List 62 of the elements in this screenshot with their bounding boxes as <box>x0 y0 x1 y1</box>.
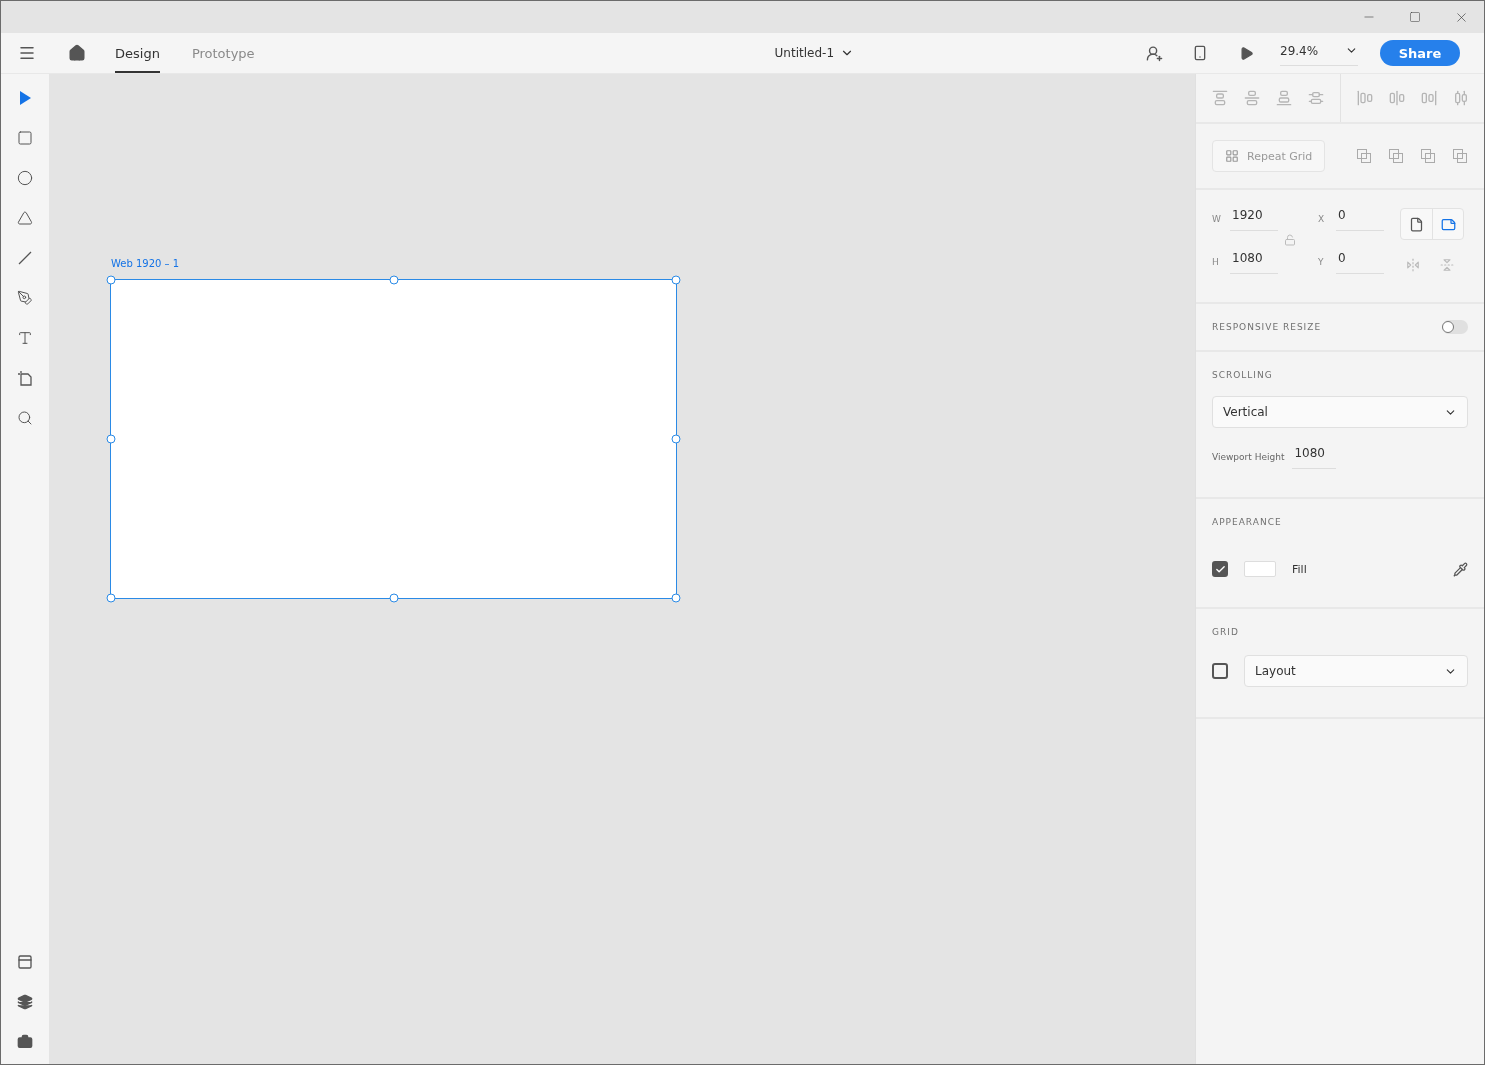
text-tool-icon <box>17 330 33 346</box>
portrait-page-icon <box>1409 216 1424 232</box>
fill-label: Fill <box>1292 562 1307 576</box>
align-icon[interactable] <box>1308 90 1324 106</box>
align-icon[interactable] <box>1389 90 1405 106</box>
field-label: X <box>1318 213 1326 224</box>
size-field[interactable]: 1920 <box>1230 206 1278 231</box>
triangle-icon <box>17 210 33 226</box>
align-icon[interactable] <box>1453 90 1469 106</box>
subtract-icon[interactable] <box>1388 148 1404 164</box>
menu-icon <box>18 44 36 62</box>
line-icon <box>17 250 33 266</box>
scrolling-dropdown[interactable]: Vertical <box>1212 396 1468 428</box>
zoom-dropdown[interactable]: 29.4% <box>1280 40 1358 66</box>
position-field[interactable]: 0 <box>1336 206 1384 231</box>
resize-handle[interactable] <box>389 275 398 285</box>
maximize-icon <box>1409 11 1421 23</box>
align-icon[interactable] <box>1357 90 1373 106</box>
ellipse-icon <box>17 170 33 186</box>
grid-dropdown[interactable]: Layout <box>1244 655 1468 687</box>
artboard-icon <box>17 370 33 386</box>
select-arrow-icon <box>18 90 32 106</box>
resize-handle[interactable] <box>671 434 681 444</box>
field-label: H <box>1212 256 1220 267</box>
resize-handle[interactable] <box>671 275 681 285</box>
align-icon[interactable] <box>1244 90 1260 106</box>
resize-handle[interactable] <box>671 593 681 603</box>
align-icon[interactable] <box>1212 90 1228 106</box>
landscape-page-icon <box>1440 216 1456 232</box>
document-title[interactable]: Untitled-1 <box>774 46 854 60</box>
resize-handle[interactable] <box>106 275 116 285</box>
intersect-icon[interactable] <box>1420 148 1436 164</box>
responsive-resize-toggle[interactable] <box>1442 320 1468 334</box>
resize-handle[interactable] <box>106 593 116 603</box>
resize-handle[interactable] <box>389 593 398 603</box>
size-field[interactable]: 1080 <box>1230 249 1278 274</box>
section-heading: RESPONSIVE RESIZE <box>1212 322 1322 332</box>
pen-icon <box>17 290 33 306</box>
grid-icon <box>1225 149 1239 163</box>
viewport-height-field[interactable]: 1080 <box>1292 444 1337 469</box>
field-label: Y <box>1318 256 1325 267</box>
align-icon[interactable] <box>1421 90 1437 106</box>
resize-handle[interactable] <box>106 434 116 444</box>
checkmark-icon <box>1214 563 1226 575</box>
fill-checkbox[interactable] <box>1212 561 1228 577</box>
field-label: Viewport Height <box>1212 451 1285 462</box>
grid-checkbox[interactable] <box>1212 663 1228 679</box>
eyedropper-icon[interactable] <box>1453 561 1468 577</box>
exclude-icon[interactable] <box>1452 148 1468 164</box>
section-heading: GRID <box>1212 627 1240 637</box>
search-icon <box>17 410 33 426</box>
artboard-label[interactable]: Web 1920 – 1 <box>111 258 180 269</box>
position-field[interactable]: 0 <box>1336 249 1384 274</box>
share-button[interactable]: Share <box>1380 40 1460 66</box>
rectangle-icon <box>17 130 33 146</box>
field-label: W <box>1212 213 1222 224</box>
section-heading: APPEARANCE <box>1212 517 1283 527</box>
section-heading: SCROLLING <box>1212 370 1274 380</box>
fill-color-swatch[interactable] <box>1244 561 1276 577</box>
union-icon[interactable] <box>1356 148 1372 164</box>
align-icon[interactable] <box>1276 90 1292 106</box>
panel-icon <box>17 954 33 970</box>
